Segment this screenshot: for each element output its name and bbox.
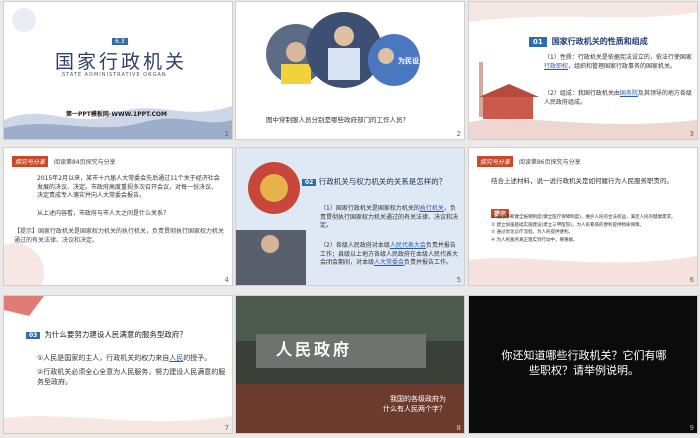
slide-number: 1	[224, 130, 229, 138]
underlined-term: 人大常委会	[374, 259, 405, 267]
text-span: ，组织和管理国家行政事务的国家机关。	[568, 62, 677, 70]
caption-line: 我国的各级政府为	[390, 395, 446, 404]
section-badge: 03	[26, 332, 41, 339]
text-span: 的授予。	[183, 354, 212, 362]
underlined-term: 执行机关	[419, 205, 444, 212]
slide-thumbnail-6[interactable]: 探究与分享 阅读第86页探究与分享 结合上述材料，说一说行政机关是如何履行为人民…	[469, 148, 697, 285]
list-item-text: 为人民服务真正落实到行动中，尊重群。	[496, 237, 578, 243]
slide-number: 2	[456, 130, 461, 138]
slide-sorter-grid: 6.3 国家行政机关 STATE ADMINISTRATIVE ORGAN 第一…	[0, 0, 700, 438]
material-paragraph: 2015年2月以来，某市十六届人大常委会先后通过11个关于经济社会发展的决议、决…	[37, 175, 220, 200]
question-text: 为什么要努力建设人民满意的服务型政府？	[44, 330, 187, 339]
slide-number: 3	[689, 130, 694, 138]
list-item: ② 建立加强基础实施建设(建立三甲医院)，为人民看病的便利提供物质保障。	[491, 222, 644, 228]
header-text: 阅读第86页探究与分享	[518, 159, 581, 166]
slide-header: 探究与分享 阅读第86页探究与分享	[477, 156, 581, 167]
slide-caption: 我国的各级政府为 什么有人民两个字？	[383, 395, 446, 415]
text-span: （1）性质：行政机关是依据宪法设立的，依法行使国家	[544, 54, 692, 61]
underlined-term: 行政职权	[544, 62, 569, 70]
question-heading: 02 行政机关与权力机关的关系是怎样的？	[302, 176, 452, 187]
paragraph-composition: （2）组成：我国行政机关由国务院及其领导的地方各级人民政府组成。	[544, 90, 694, 107]
slide-title: 国家行政机关	[55, 51, 188, 73]
slide-number: 5	[456, 276, 461, 284]
answer-1: ①人民是国家的主人，行政机关的权力来自人民的授予。	[37, 353, 227, 364]
paragraph-nature: （1）性质：行政机关是依据宪法设立的，依法行使国家行政职权，组织和管理国家行政事…	[544, 54, 694, 71]
question-heading: 03 为什么要努力建设人民满意的服务型政府？	[26, 329, 226, 340]
slide-number: 6	[689, 276, 694, 284]
underlined-term: 人民代表大会	[389, 242, 426, 249]
section-badge: 01	[529, 37, 547, 47]
closing-question: 你还知道哪些行政机关？它们有哪些职权？请举例说明。	[501, 349, 667, 378]
heading-text: 国家行政机关的性质和组成	[551, 37, 648, 46]
question-text: 行政机关与权力机关的关系是怎样的？	[318, 177, 447, 186]
section-badge: 6.3	[112, 38, 128, 45]
sign-text: 人民政府	[276, 340, 353, 359]
section-badge: 02	[302, 179, 317, 186]
slide-number: 9	[689, 424, 694, 432]
slide-thumbnail-7[interactable]: 03 为什么要努力建设人民满意的服务型政府？ ①人民是国家的主人，行政机关的权力来…	[4, 296, 232, 433]
slide-thumbnail-3[interactable]: 01 国家行政机关的性质和组成 （1）性质：行政机关是依据宪法设立的，依法行使国家…	[469, 2, 697, 139]
slide-caption: 图中穿制服人员分别是哪些政府部门的工作人员？	[266, 116, 409, 124]
slide-thumbnail-1[interactable]: 6.3 国家行政机关 STATE ADMINISTRATIVE ORGAN 第一…	[4, 2, 232, 139]
point-2: （2）各级人民政府对本级人民代表大会负责并报告工作；县级以上地方各级人民政府在本…	[320, 242, 460, 268]
underlined-term: 人民	[169, 354, 184, 362]
question-text: 从上述内容看，市政府与市人大之间是什么关系？	[37, 210, 170, 217]
list-item: ④ 为人民服务真正落实到行动中，尊重群。	[491, 237, 578, 243]
list-item-text: 通过优化诊疗流程，为人民提供便利。	[496, 230, 573, 236]
slide-number: 8	[456, 424, 461, 432]
slide-number: 7	[224, 424, 229, 432]
slide-thumbnail-5[interactable]: 02 行政机关与权力机关的关系是怎样的？ （1）国家行政机关是国家权力机关的执行…	[236, 148, 464, 285]
underlined-term: 国务院	[619, 90, 638, 97]
answer-2: ②行政机关必须全心全意为人民服务，努力建设人民满意的服务型政府。	[37, 367, 226, 387]
slide-subtitle: STATE ADMINISTRATIVE ORGAN	[62, 72, 167, 78]
list-item: ③ 通过优化诊疗流程，为人民提供便利。	[491, 230, 573, 236]
caption-line: 什么有人民两个字？	[383, 405, 446, 414]
question-text: 结合上述材料，说一说行政机关是如何履行为人民服务职责的。	[491, 177, 673, 185]
slide-thumbnail-2[interactable]: 为民设 图中穿制服人员分别是哪些政府部门的工作人员？ 2	[236, 2, 464, 139]
text-span: （2）各级人民政府对本级	[320, 242, 390, 249]
slide-thumbnail-4[interactable]: 探究与分享 阅读第84页探究与分享 2015年2月以来，某市十六届人大常委会先后…	[4, 148, 232, 285]
text-span: 负责并报告工作。	[404, 259, 453, 267]
text-span: ①人民是国家的主人，行政机关的权力来自	[37, 354, 170, 362]
photo-banner-text: 为民设	[398, 57, 419, 65]
list-item: ① 通过不断健全报销制度(健全医疗保障制度)，维护人民的合法权益，满足人民的健康…	[491, 215, 676, 220]
explore-label: 探究与分享	[477, 156, 514, 167]
tip-list: ① 通过不断健全报销制度(健全医疗保障制度)，维护人民的合法权益，满足人民的健康…	[491, 214, 681, 245]
text-span: （1）国家行政机关是国家权力机关的	[320, 205, 420, 212]
list-item-text: 通过不断健全报销制度(健全医疗保障制度)，维护人民的合法权益，满足人民的健康需求…	[496, 215, 676, 220]
point-1: （1）国家行政机关是国家权力机关的执行机关，负责贯彻执行国家权力机关通过的有关法…	[320, 205, 460, 231]
list-item-text: 建立加强基础实施建设(建立三甲医院)，为人民看病的便利提供物质保障。	[496, 222, 644, 228]
slide-footer: 第一PPT模板网-WWW.1PPT.COM	[66, 111, 167, 118]
section-heading: 01 国家行政机关的性质和组成	[529, 36, 648, 47]
slide-number: 4	[224, 276, 229, 284]
tip-text: 【提示】国家行政机关是国家权力机关的执行机关，负责贯彻执行国家权力机关通过的有关…	[14, 228, 225, 244]
slide-thumbnail-9[interactable]: 你还知道哪些行政机关？它们有哪些职权？请举例说明。 9	[469, 296, 697, 433]
explore-label: 探究与分享	[12, 156, 49, 167]
slide-thumbnail-8[interactable]: 人民政府 我国的各级政府为 什么有人民两个字？ 8	[236, 296, 464, 433]
header-text: 阅读第84页探究与分享	[53, 159, 116, 166]
text-span: （2）组成：我国行政机关由	[544, 90, 620, 97]
slide-header: 探究与分享 阅读第84页探究与分享	[12, 156, 116, 167]
answer-text: ①人民是国家的主人，行政机关的权力来自人民的授予。 ②行政机关必须全心全意为人民…	[37, 353, 227, 388]
